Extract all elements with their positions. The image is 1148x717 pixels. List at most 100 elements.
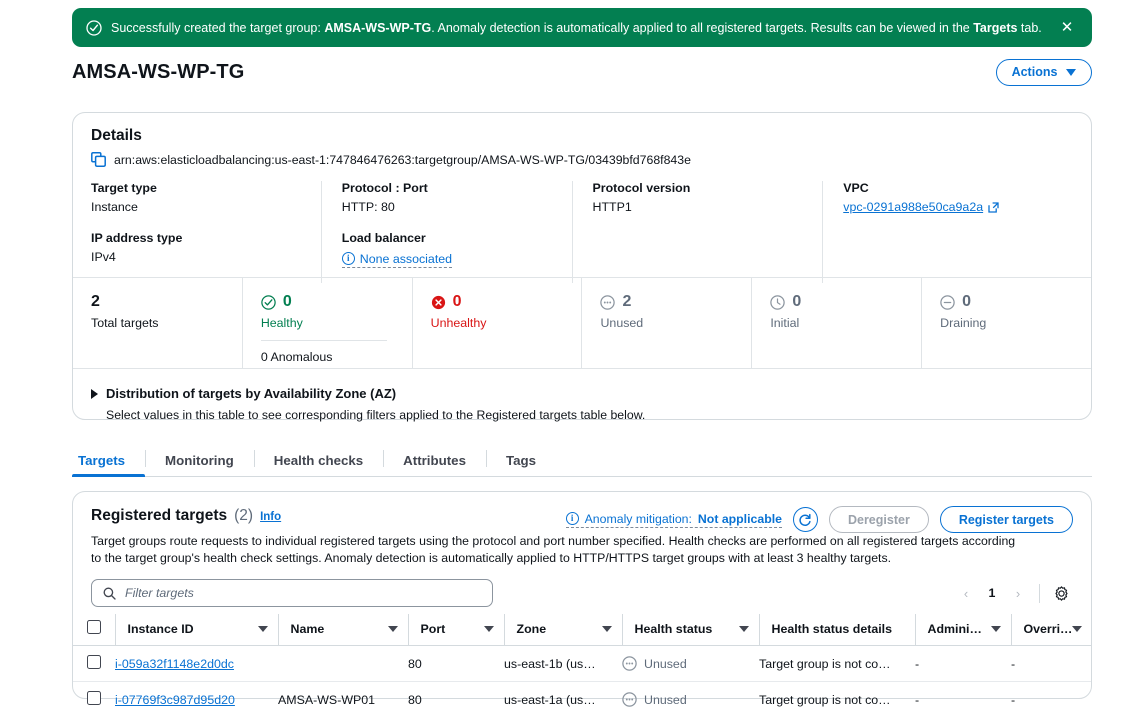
table-header-row: Instance ID Name Port Zone Health status… bbox=[73, 614, 1091, 646]
cell-health-status-details: Target group is not co… bbox=[759, 645, 915, 682]
table-row: i-059a32f1148e2d0dc 80 us-east-1b (us… U… bbox=[73, 645, 1091, 682]
metric-value-wrap: 2 bbox=[600, 292, 735, 312]
metric-label: Healthy bbox=[260, 316, 303, 330]
register-targets-button[interactable]: Register targets bbox=[939, 506, 1073, 533]
cell-administrative: - bbox=[915, 645, 1011, 682]
success-flash-banner: Successfully created the target group: A… bbox=[72, 8, 1092, 47]
column-name: Name bbox=[277, 614, 408, 646]
filter-row: ‹ 1 › bbox=[73, 579, 1091, 607]
sort-icon[interactable] bbox=[387, 625, 398, 632]
tab-targets[interactable]: Targets bbox=[72, 444, 146, 477]
detail-load-balancer: Load balancer i None associated bbox=[341, 231, 556, 268]
details-header: Details arn:aws:elasticloadbalancing:us-… bbox=[73, 113, 1091, 283]
table-row: i-07769f3c987d95d20 AMSA-WS-WP01 80 us-e… bbox=[73, 682, 1091, 717]
anomaly-mitigation-value: Not applicable bbox=[697, 511, 782, 526]
tab-tags[interactable]: Tags bbox=[485, 444, 556, 476]
column-label: Health status bbox=[634, 621, 713, 636]
column-label: Instance ID bbox=[127, 621, 194, 636]
registered-targets-card: Registered targets (2) Info Target group… bbox=[72, 491, 1092, 707]
cell-instance-id: i-07769f3c987d95d20 bbox=[115, 682, 278, 717]
metric-label: Total targets bbox=[91, 316, 159, 330]
anomaly-mitigation-prefix: Anomaly mitigation: bbox=[584, 511, 692, 526]
pagination: ‹ 1 › bbox=[954, 581, 1073, 605]
metric-value: 0 bbox=[792, 293, 802, 310]
detail-value: Instance bbox=[91, 200, 138, 214]
registered-targets-header: Registered targets (2) Info Target group… bbox=[73, 492, 1091, 567]
column-label: Health status details bbox=[771, 621, 893, 636]
column-label: Zone bbox=[516, 621, 547, 636]
clock-circle-icon bbox=[770, 294, 786, 310]
metric-total-targets: 2 Total targets bbox=[73, 278, 243, 368]
details-column-3: Protocol version HTTP1 bbox=[573, 181, 824, 283]
dots-circle-icon bbox=[622, 656, 637, 671]
sort-icon[interactable] bbox=[990, 625, 1001, 632]
tab-monitoring[interactable]: Monitoring bbox=[145, 444, 254, 476]
registered-targets-actions: i Anomaly mitigation: Not applicable Der… bbox=[565, 506, 1073, 533]
tab-attributes[interactable]: Attributes bbox=[383, 444, 486, 476]
select-all-header bbox=[73, 614, 115, 646]
sort-icon[interactable] bbox=[601, 625, 612, 632]
arn-row: arn:aws:elasticloadbalancing:us-east-1:7… bbox=[91, 152, 1073, 167]
filter-targets-input[interactable] bbox=[125, 586, 481, 600]
chevron-right-icon bbox=[91, 388, 98, 399]
vpc-link-label: vpc-0291a988e50ca9a2a bbox=[843, 200, 984, 214]
tab-bar: Targets Monitoring Health checks Attribu… bbox=[72, 444, 1092, 477]
cell-zone: us-east-1b (us… bbox=[504, 645, 622, 682]
instance-id-link[interactable]: i-059a32f1148e2d0dc bbox=[115, 657, 234, 671]
flash-tab-name: Targets bbox=[973, 20, 1018, 35]
vpc-link[interactable]: vpc-0291a988e50ca9a2a bbox=[843, 200, 999, 214]
cell-name: AMSA-WS-WP01 bbox=[278, 692, 376, 707]
cell-port: 80 bbox=[408, 645, 504, 682]
flash-middle: . Anomaly detection is automatically app… bbox=[431, 20, 974, 35]
metric-draining: 0 Draining bbox=[922, 278, 1091, 368]
metric-value-wrap: 0 bbox=[431, 292, 566, 312]
details-column-1: Target type Instance IP address type IPv… bbox=[91, 181, 322, 283]
info-link[interactable]: Info bbox=[260, 511, 281, 523]
detail-value: i None associated bbox=[341, 250, 556, 268]
column-health-status: Health status bbox=[621, 614, 759, 646]
deregister-button[interactable]: Deregister bbox=[828, 506, 929, 533]
sort-icon[interactable] bbox=[483, 625, 494, 632]
metric-label: Initial bbox=[770, 316, 800, 330]
column-health-status-details: Health status details bbox=[758, 614, 915, 646]
detail-label: Load balancer bbox=[341, 231, 426, 245]
cell-administrative: - bbox=[915, 692, 920, 707]
tab-health-checks[interactable]: Health checks bbox=[253, 444, 383, 476]
instance-id-link[interactable]: i-07769f3c987d95d20 bbox=[115, 693, 235, 707]
refresh-button[interactable] bbox=[792, 507, 818, 532]
actions-button[interactable]: Actions bbox=[996, 58, 1092, 86]
sort-icon[interactable] bbox=[738, 625, 749, 632]
row-checkbox[interactable] bbox=[87, 691, 101, 705]
load-balancer-info-link[interactable]: i None associated bbox=[341, 252, 453, 268]
close-icon[interactable]: ✕ bbox=[1056, 17, 1078, 39]
gear-icon[interactable] bbox=[1049, 581, 1073, 605]
pagination-next-button[interactable]: › bbox=[1006, 581, 1030, 605]
pagination-prev-button[interactable]: ‹ bbox=[954, 581, 978, 605]
registered-targets-description: Target groups route requests to individu… bbox=[91, 534, 1016, 565]
page-root: Successfully created the target group: A… bbox=[0, 0, 1148, 717]
pagination-page-1[interactable]: 1 bbox=[980, 581, 1004, 605]
page-header: AMSA-WS-WP-TG Actions bbox=[72, 55, 1092, 89]
metric-value-wrap: 0 bbox=[940, 292, 1075, 312]
sort-icon[interactable] bbox=[1072, 625, 1083, 632]
column-instance-id: Instance ID bbox=[114, 614, 278, 646]
detail-label: VPC bbox=[843, 181, 869, 195]
flash-message: Successfully created the target group: A… bbox=[111, 20, 1056, 36]
cell-health-status: Unused bbox=[622, 645, 759, 682]
details-card: Details arn:aws:elasticloadbalancing:us-… bbox=[72, 112, 1092, 422]
cell-health-status-details: Target group is not co… bbox=[759, 692, 891, 707]
registered-targets-table: Instance ID Name Port Zone Health status… bbox=[73, 614, 1091, 717]
row-checkbox[interactable] bbox=[87, 655, 101, 669]
detail-value: HTTP1 bbox=[592, 200, 632, 214]
detail-ip-address-type: IP address type IPv4 bbox=[91, 231, 305, 264]
metric-label: Draining bbox=[940, 316, 987, 330]
arn-text: arn:aws:elasticloadbalancing:us-east-1:7… bbox=[114, 152, 691, 167]
copy-icon[interactable] bbox=[91, 152, 106, 167]
refresh-icon bbox=[799, 513, 812, 526]
sort-icon[interactable] bbox=[257, 625, 268, 632]
filter-targets-box[interactable] bbox=[91, 579, 493, 607]
column-override: Overri… bbox=[1010, 614, 1091, 646]
select-all-checkbox[interactable] bbox=[87, 620, 101, 634]
az-distribution-toggle[interactable]: Distribution of targets by Availability … bbox=[91, 386, 1073, 401]
anomaly-mitigation-status[interactable]: i Anomaly mitigation: Not applicable bbox=[565, 511, 782, 528]
